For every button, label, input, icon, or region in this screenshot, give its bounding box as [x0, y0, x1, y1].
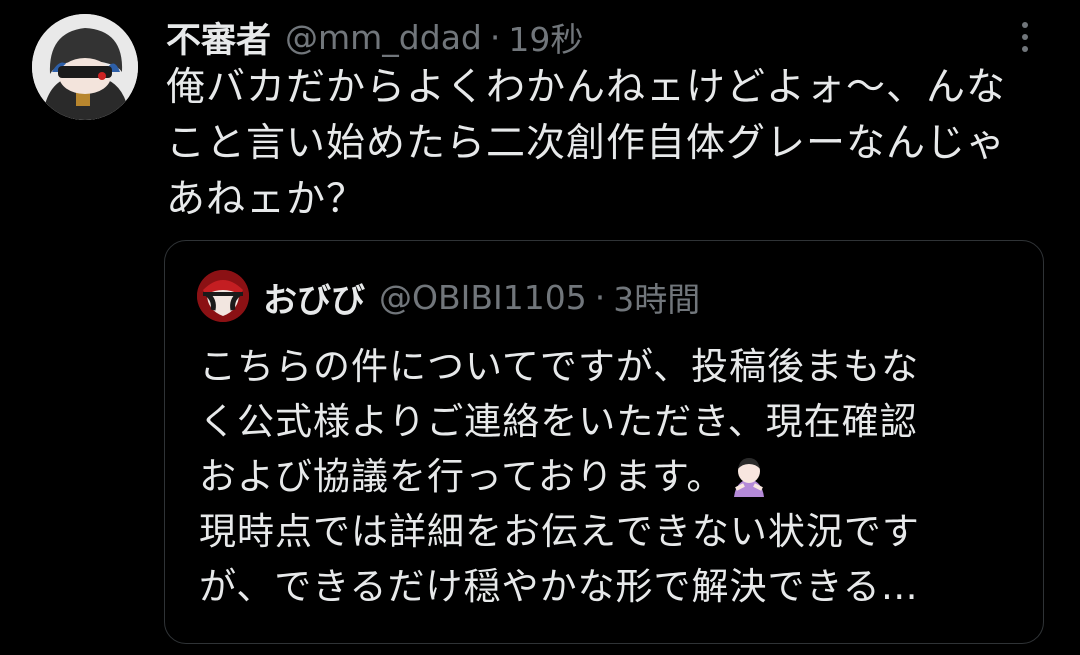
- quoted-author-name: おびび: [263, 280, 365, 321]
- header-separator: ·: [489, 17, 501, 57]
- quoted-tweet-header: おびび @OBIBI1105 · 3時間: [263, 271, 700, 323]
- author-avatar[interactable]: [32, 14, 138, 120]
- quoted-author-handle: @OBIBI1105: [379, 277, 587, 317]
- quoted-avatar-image: [197, 270, 249, 322]
- tweet-header: 不審者 @mm_ddad · 19秒: [166, 12, 583, 62]
- tweet-timestamp[interactable]: 19秒: [508, 13, 583, 61]
- quoted-header-separator: ·: [594, 277, 606, 317]
- more-options-button[interactable]: [1010, 18, 1040, 58]
- quoted-author-avatar[interactable]: [197, 270, 249, 322]
- person-bowing-emoji: [734, 458, 765, 497]
- author-handle[interactable]: @mm_ddad: [285, 18, 482, 57]
- quoted-tweet-card[interactable]: おびび @OBIBI1105 · 3時間 こちらの件についてですが、投稿後まもな…: [164, 240, 1044, 644]
- quoted-text-part2: 現時点では詳細をお伝えできない状況です が、できるだけ穏やかな形で解決できる…: [199, 510, 920, 608]
- quoted-timestamp: 3時間: [613, 280, 701, 319]
- tweet-text: 俺バカだからよくわかんねェけどよォ〜、んな こと言い始めたら二次創作自体グレーな…: [166, 65, 1007, 222]
- author-name[interactable]: 不審者: [166, 12, 271, 63]
- quoted-tweet-text: こちらの件についてですが、投稿後まもな く公式様よりご連絡をいただき、現在確認 …: [199, 339, 1029, 614]
- more-vertical-icon: [1010, 22, 1040, 52]
- quoted-text-part1: こちらの件についてですが、投稿後まもな く公式様よりご連絡をいただき、現在確認 …: [199, 345, 920, 498]
- author-avatar-image: [32, 14, 138, 120]
